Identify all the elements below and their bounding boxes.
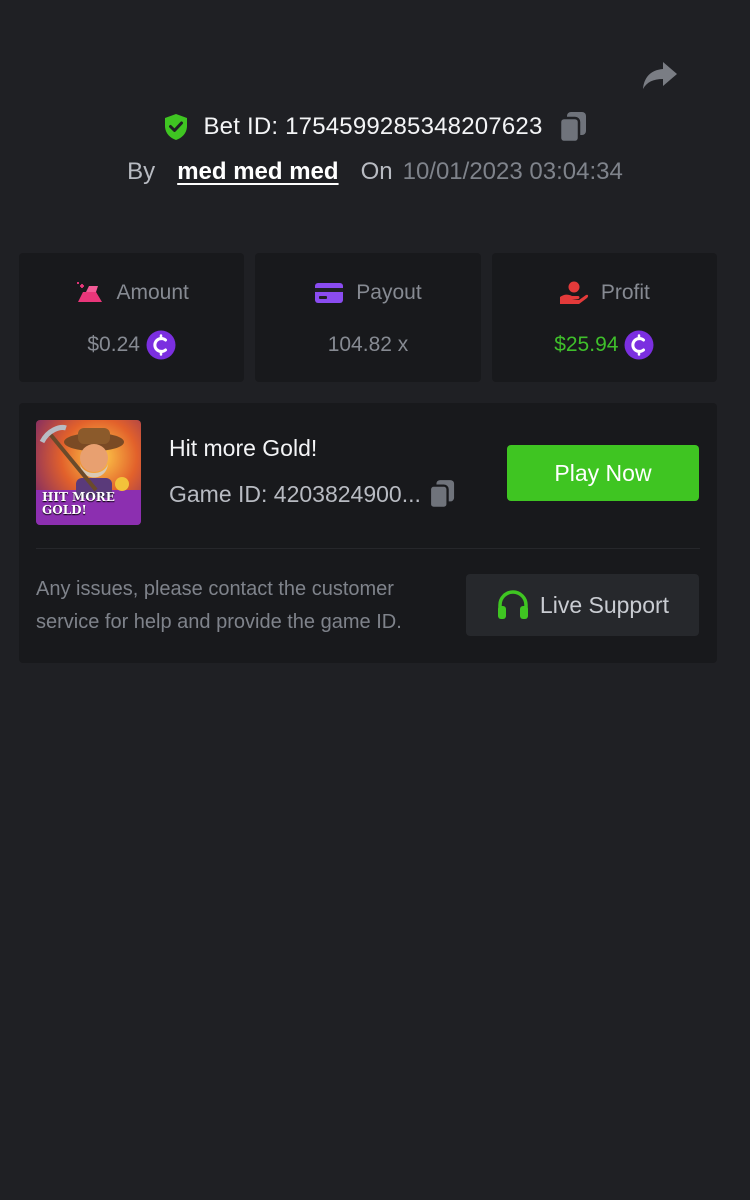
stat-amount: Amount $0.24	[19, 253, 245, 382]
game-card: HIT MORE GOLD! Hit more Gold! Game ID: 4…	[19, 403, 717, 663]
support-help-text: Any issues, please contact the customer …	[36, 578, 402, 633]
headset-icon	[497, 590, 528, 619]
username-link[interactable]: med med med	[177, 158, 338, 186]
coin-icon	[146, 330, 176, 360]
game-id-row: Game ID: 4203824900...	[169, 479, 455, 509]
stat-profit: Profit $25.94	[491, 253, 717, 382]
payout-value: 104.82 x	[327, 333, 409, 356]
divider	[36, 548, 700, 549]
share-icon	[643, 62, 677, 89]
bet-id: Bet ID: 1754599285348207623	[203, 113, 543, 140]
thumbnail-caption: HIT MORE GOLD!	[42, 490, 115, 517]
play-now-button[interactable]: Play Now	[507, 445, 699, 501]
on-label: On	[360, 158, 393, 185]
copy-bet-id-icon[interactable]	[558, 111, 587, 143]
amount-label: Amount	[116, 281, 189, 304]
game-title: Hit more Gold!	[169, 435, 318, 461]
stat-payout: Payout 104.82 x	[255, 253, 481, 382]
payout-label: Payout	[356, 281, 422, 304]
hand-coin-icon	[559, 281, 588, 304]
bet-datetime: 10/01/2023 03:04:34	[402, 158, 623, 185]
bet-stats: Amount $0.24 Payout 104.82 x Profit $25.…	[19, 253, 717, 382]
verified-shield-icon	[165, 114, 188, 140]
by-label: By	[127, 158, 156, 185]
gold-bar-icon	[77, 282, 103, 302]
bet-id-row: Bet ID: 1754599285348207623	[0, 108, 750, 146]
coin-icon	[624, 330, 654, 360]
bet-meta-row: By med med med On 10/01/2023 03:04:34	[0, 155, 750, 189]
amount-value: $0.24	[87, 333, 140, 356]
share-button[interactable]	[641, 58, 679, 92]
game-thumbnail[interactable]: HIT MORE GOLD!	[36, 420, 141, 525]
card-icon	[315, 283, 344, 303]
live-support-button[interactable]: Live Support	[466, 574, 699, 636]
profit-value: $25.94	[554, 333, 619, 356]
copy-game-id-icon[interactable]	[428, 479, 455, 509]
game-id: Game ID: 4203824900...	[169, 480, 421, 507]
profit-label: Profit	[600, 281, 650, 304]
live-support-label: Live Support	[539, 591, 670, 618]
